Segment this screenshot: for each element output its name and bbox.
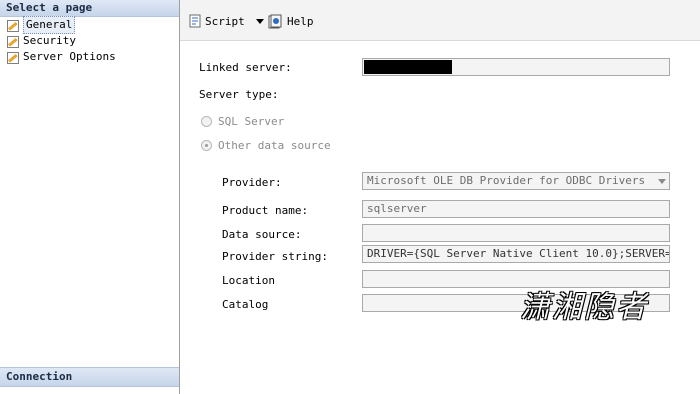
redaction-bar [364,60,452,74]
provider-select[interactable]: Microsoft OLE DB Provider for ODBC Drive… [362,172,670,190]
data-source-label: Data source: [222,228,302,241]
page-item-label: Security [23,34,76,47]
page-edit-icon [6,19,19,32]
help-label: Help [287,14,314,28]
chevron-down-icon[interactable] [255,18,264,24]
page-item-general[interactable]: General [0,16,179,34]
page-item-security[interactable]: Security [0,33,179,49]
page-item-label: General [23,16,76,34]
other-data-source-option-label: Other data source [218,139,331,152]
server-type-label: Server type: [199,88,279,101]
chevron-down-icon [658,179,666,184]
provider-string-label: Provider string: [222,250,328,263]
script-button[interactable]: Script [188,12,264,30]
help-icon [268,14,282,28]
linked-server-input[interactable] [362,58,670,76]
other-data-source-radio[interactable] [201,140,212,151]
data-source-input[interactable] [362,224,670,242]
page-item-server-options[interactable]: Server Options [0,49,179,65]
linked-server-label: Linked server: [199,61,292,74]
product-name-input[interactable]: sqlserver [362,200,670,218]
help-button[interactable]: Help [268,12,314,30]
connection-header: Connection [0,367,179,387]
provider-string-input[interactable]: DRIVER={SQL Server Native Client 10.0};S… [362,245,670,263]
page-selector-pane: Select a page General Security Server Op… [0,0,180,394]
sql-server-option-label: SQL Server [218,115,285,128]
page-edit-icon [6,35,19,48]
location-label: Location [222,274,275,287]
script-icon [189,14,201,28]
select-page-header: Select a page [0,0,179,17]
page-item-label: Server Options [23,50,116,63]
toolbar: Script Help [180,0,700,41]
watermark: 潇湘隐者 [520,290,648,325]
script-label: Script [205,14,245,28]
provider-label: Provider: [222,176,282,189]
product-name-label: Product name: [222,204,309,217]
page-edit-icon [6,51,19,64]
sql-server-radio[interactable] [201,116,212,127]
general-page-panel: Script Help Linked server: Server type: … [180,0,700,394]
catalog-label: Catalog [222,298,269,311]
